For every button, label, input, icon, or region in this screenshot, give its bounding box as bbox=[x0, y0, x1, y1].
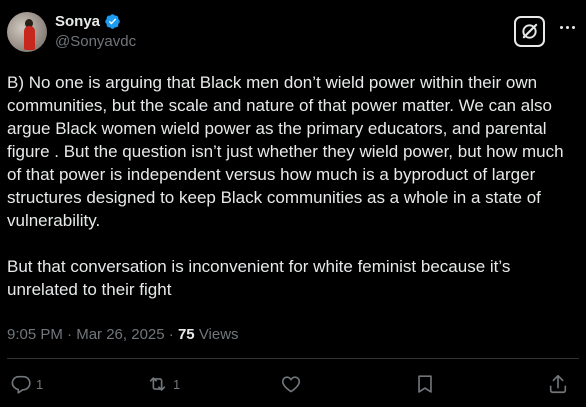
avatar-figure-body bbox=[24, 26, 35, 50]
action-bar: 1 1 bbox=[0, 373, 586, 397]
author-info: Sonya @Sonyavdc bbox=[55, 12, 136, 50]
share-icon bbox=[549, 374, 567, 394]
divider bbox=[7, 358, 579, 359]
verified-badge-icon bbox=[105, 14, 120, 29]
more-options-button[interactable] bbox=[560, 26, 575, 29]
tweet-text: B) No one is arguing that Black men don’… bbox=[7, 73, 564, 299]
more-dot bbox=[566, 26, 569, 29]
reply-icon bbox=[11, 375, 31, 394]
views-label: Views bbox=[198, 326, 239, 343]
retweet-count: 1 bbox=[173, 376, 181, 392]
meta-separator: · bbox=[168, 326, 174, 343]
like-icon bbox=[281, 376, 301, 393]
reply-button[interactable]: 1 bbox=[10, 373, 43, 395]
bookmark-icon bbox=[418, 375, 432, 393]
avatar[interactable] bbox=[7, 12, 47, 52]
retweet-icon bbox=[149, 377, 166, 391]
tweet: Sonya @Sonyavdc B) No one is arguing tha… bbox=[0, 0, 586, 407]
more-dot bbox=[560, 26, 563, 29]
name-row: Sonya bbox=[55, 12, 136, 31]
tweet-date[interactable]: Mar 26, 2025 bbox=[76, 326, 164, 343]
tweet-meta: 9:05 PM · Mar 26, 2025 · 75 Views bbox=[7, 326, 239, 343]
tweet-time[interactable]: 9:05 PM bbox=[7, 326, 63, 343]
grok-button[interactable] bbox=[514, 16, 545, 47]
display-name[interactable]: Sonya bbox=[55, 13, 100, 30]
reply-count: 1 bbox=[36, 376, 44, 392]
meta-separator: · bbox=[67, 326, 73, 343]
grok-icon bbox=[522, 23, 538, 39]
author-handle[interactable]: @Sonyavdc bbox=[55, 33, 136, 50]
bookmark-button[interactable] bbox=[414, 373, 436, 395]
like-button[interactable] bbox=[280, 373, 302, 395]
retweet-button[interactable]: 1 bbox=[146, 373, 180, 395]
views-count: 75 bbox=[177, 326, 195, 343]
share-button[interactable] bbox=[547, 373, 569, 395]
more-dot bbox=[572, 26, 575, 29]
